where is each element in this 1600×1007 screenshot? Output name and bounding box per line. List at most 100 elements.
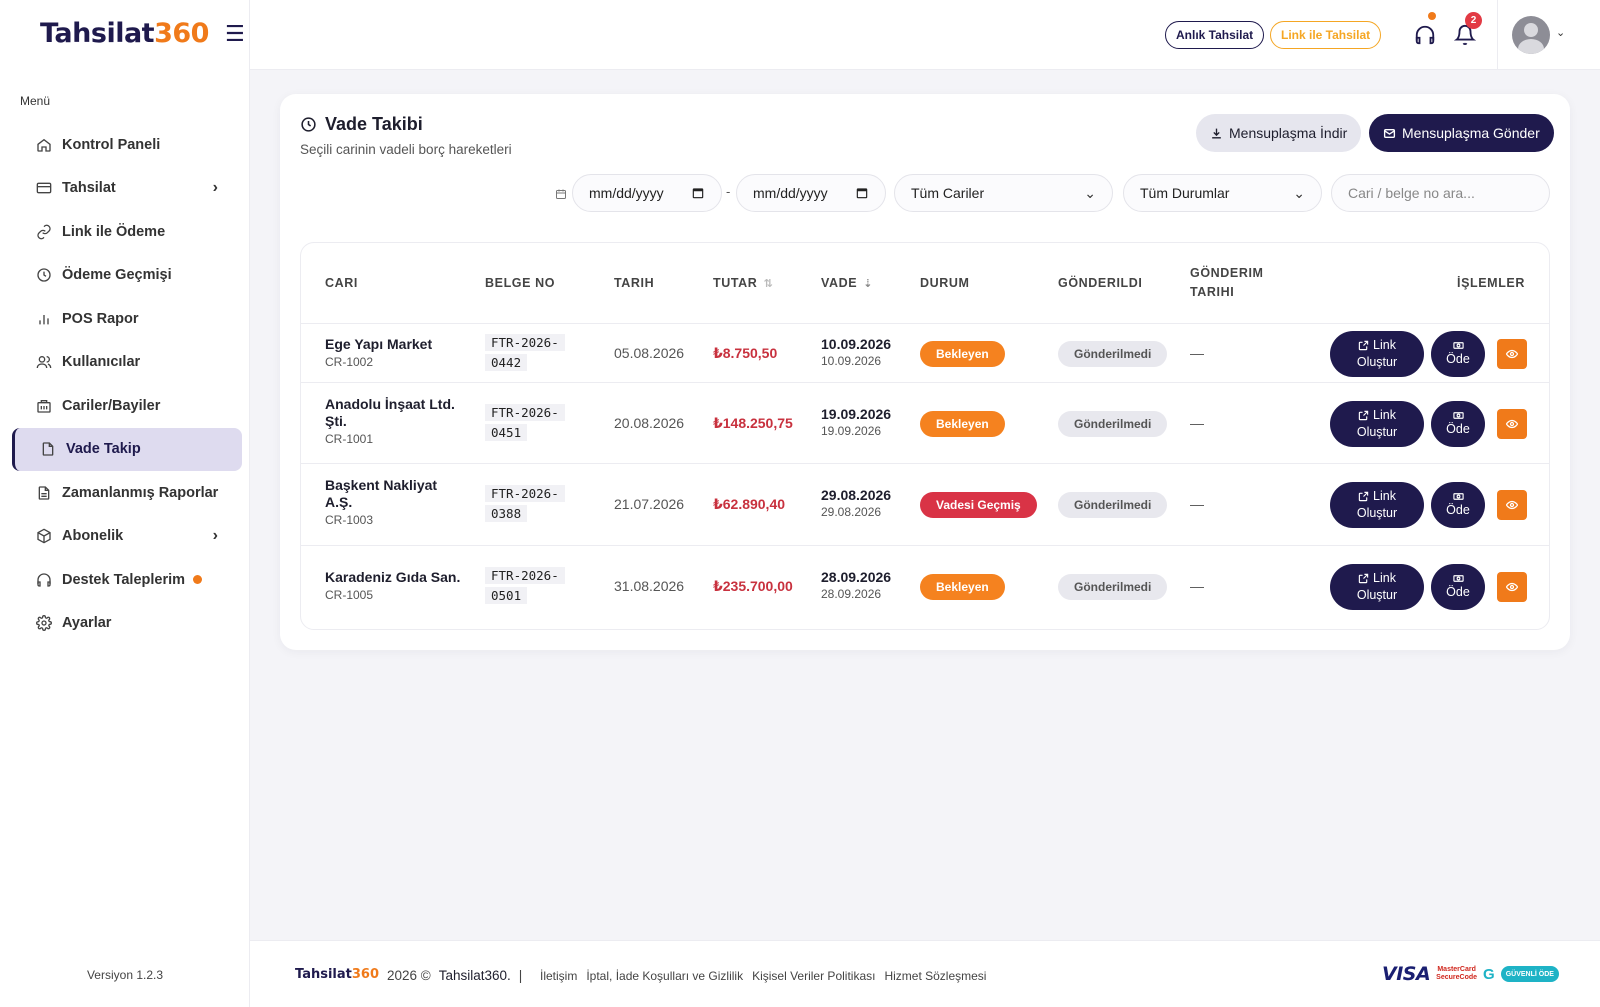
- footer-link-kisisel-veriler-politikasi[interactable]: Kişisel Veriler Politikası: [752, 969, 875, 983]
- footer-link-i-letisim[interactable]: İletişim: [540, 969, 577, 983]
- ode-button[interactable]: Öde: [1431, 482, 1485, 528]
- durum-cell: Vadesi Geçmiş: [920, 492, 1037, 518]
- hamburger-menu-icon[interactable]: ☰: [225, 21, 245, 47]
- sidebar-item-label: Tahsilat: [62, 180, 116, 197]
- footer-links: İletişim İptal, İade Koşulları ve Gizlili…: [540, 969, 986, 983]
- vade-cell: 28.09.2026 28.09.2026: [821, 569, 891, 601]
- search-input[interactable]: Cari / belge no ara...: [1331, 174, 1550, 212]
- user-avatar[interactable]: [1512, 16, 1550, 54]
- footer-link-hizmet-sozlesmesi[interactable]: Hizmet Sözleşmesi: [884, 969, 986, 983]
- status-badge: Bekleyen: [920, 410, 1005, 437]
- topbar-divider: [1497, 0, 1498, 70]
- sidebar-item-odeme-gecmisi[interactable]: Ödeme Geçmişi: [12, 254, 242, 298]
- sidebar-item-tahsilat[interactable]: Tahsilat ›: [12, 167, 242, 211]
- support-headset-icon[interactable]: [1414, 24, 1436, 46]
- tarih: 21.07.2026: [614, 496, 685, 512]
- external-link-icon: [1358, 340, 1369, 350]
- sent-status-badge: Gönderilmedi: [1058, 410, 1168, 437]
- sidebar-item-ayarlar[interactable]: Ayarlar: [12, 602, 242, 646]
- vade-takibi-card: Vade Takibi Seçili carinin vadeli borç h…: [280, 94, 1570, 650]
- ode-button[interactable]: Öde: [1431, 400, 1485, 447]
- ode-button[interactable]: Öde: [1431, 330, 1485, 377]
- ode-button[interactable]: Öde: [1431, 563, 1485, 610]
- column-header-vade[interactable]: VADE ⇣: [821, 243, 873, 323]
- gonderim-tarihi: —: [1190, 496, 1204, 512]
- clock-icon: [36, 267, 52, 283]
- view-button[interactable]: [1497, 490, 1527, 520]
- footer-link-i-ptal-i-ade-kosullari-ve-gizlilik[interactable]: İptal, İade Koşulları ve Gizlilik: [586, 969, 743, 983]
- cari-name: Ege Yapı Market: [325, 335, 433, 352]
- sidebar-item-abonelik[interactable]: Abonelik ›: [12, 515, 242, 559]
- date-to-input[interactable]: mm/dd/yyyy: [736, 174, 886, 212]
- sidebar-item-pos-rapor[interactable]: POS Rapor: [12, 297, 242, 341]
- calendar-picker-icon: [856, 188, 868, 199]
- column-header-tutar[interactable]: TUTAR ⇅: [713, 243, 773, 323]
- sidebar-item-label: Cariler/Bayiler: [62, 397, 161, 414]
- status-badge: Bekleyen: [920, 573, 1005, 600]
- durum-cell: Bekleyen: [920, 410, 1005, 437]
- link-olustur-button[interactable]: Link Oluştur: [1330, 482, 1424, 528]
- sort-icon: ⇅: [763, 277, 774, 290]
- logo[interactable]: Tahsilat360: [40, 18, 209, 49]
- calendar-icon: [555, 187, 567, 199]
- vade-date: 10.09.2026: [821, 335, 892, 352]
- mensuplasma-gonder-button[interactable]: Mensuplaşma Gönder: [1369, 114, 1554, 152]
- download-icon: [1212, 128, 1221, 139]
- sidebar-item-link-ile-odeme[interactable]: Link ile Ödeme: [12, 210, 242, 254]
- sidebar-item-label: Ayarlar: [62, 615, 112, 632]
- view-button[interactable]: [1497, 571, 1527, 602]
- vade-subdate: 19.09.2026: [821, 423, 882, 438]
- file-icon: [40, 441, 56, 457]
- view-button[interactable]: [1497, 408, 1527, 439]
- anlik-tahsilat-button[interactable]: Anlık Tahsilat: [1165, 21, 1265, 49]
- gonderim-tarihi: —: [1190, 577, 1204, 594]
- column-header-cari: CARI: [325, 276, 358, 290]
- vade-date: 29.08.2026: [821, 487, 892, 503]
- cari-cell: Anadolu İnşaat Ltd. Şti. CR-1001: [325, 396, 465, 446]
- table-row: Anadolu İnşaat Ltd. Şti. CR-1001 FTR-2026- 0…: [301, 382, 1549, 463]
- gonderildi-cell: Gönderilmedi: [1058, 573, 1168, 600]
- chevron-down-icon: ⌄: [1084, 184, 1096, 201]
- mensuplasma-indir-button[interactable]: Mensuplaşma İndir: [1196, 114, 1362, 152]
- vade-table: CARI BELGE NO TARIH TUTAR ⇅ VADE ⇣ DURUM G…: [300, 242, 1550, 630]
- support-status-dot: [1428, 12, 1436, 20]
- column-header-belge: BELGE NO: [485, 276, 556, 290]
- durum-select[interactable]: Tüm Durumlar ⌄: [1123, 174, 1322, 212]
- durum-cell: Bekleyen: [920, 340, 1005, 367]
- column-header-gonderildi: GÖNDERILDI: [1058, 276, 1143, 290]
- sent-status-badge: Gönderilmedi: [1058, 573, 1168, 600]
- date-from-input[interactable]: mm/dd/yyyy: [572, 174, 722, 212]
- belge-no: FTR-2026- 0442: [485, 333, 565, 373]
- sidebar-item-zamanlanmis-raporlar[interactable]: Zamanlanmış Raporlar: [12, 471, 242, 515]
- menu-title: Menü: [20, 94, 51, 108]
- sidebar-item-destek-taleplerim[interactable]: Destek Taleplerim: [12, 558, 242, 602]
- view-button[interactable]: [1497, 338, 1527, 369]
- sent-status-badge: Gönderilmedi: [1058, 492, 1168, 518]
- chevron-down-icon[interactable]: ⌄: [1556, 26, 1565, 39]
- version-label: Versiyon 1.2.3: [86, 968, 164, 982]
- building-icon: [36, 398, 52, 414]
- eye-icon: [1506, 500, 1518, 510]
- link-olustur-button[interactable]: Link Oluştur: [1330, 330, 1424, 377]
- notification-badge: 2: [1465, 12, 1482, 29]
- sidebar-item-label: Link ile Ödeme: [62, 223, 166, 240]
- vade-subdate: 10.09.2026: [821, 353, 882, 368]
- cari-cell: Ege Yapı Market CR-1002: [325, 336, 465, 369]
- external-link-icon: [1358, 410, 1369, 420]
- brand: Tahsilat360 ☰: [40, 18, 245, 49]
- sidebar-item-cariler-bayiler[interactable]: Cariler/Bayiler: [12, 384, 242, 428]
- sidebar-item-vade-takip[interactable]: Vade Takip: [12, 427, 242, 471]
- notification-dot: [193, 575, 203, 585]
- sidebar-item-kullanicilar[interactable]: Kullanıcılar: [12, 341, 242, 385]
- sidebar-item-kontrol-paneli[interactable]: Kontrol Paneli: [12, 123, 242, 167]
- link-olustur-button[interactable]: Link Oluştur: [1330, 563, 1424, 610]
- payment-logos: VISA MasterCard SecureCode G GÜVENLİ ÖDE: [1382, 963, 1559, 985]
- chevron-right-icon: ›: [212, 527, 218, 545]
- vade-date: 28.09.2026: [821, 568, 892, 585]
- sidebar-item-label: POS Rapor: [62, 310, 139, 327]
- vade-subdate: 29.08.2026: [821, 505, 882, 519]
- link-olustur-button[interactable]: Link Oluştur: [1330, 400, 1424, 447]
- cari-select[interactable]: Tüm Cariler ⌄: [894, 174, 1113, 212]
- topbar: Anlık Tahsilat Link ile Tahsilat 2 ⌄: [250, 0, 1600, 70]
- link-ile-tahsilat-button[interactable]: Link ile Tahsilat: [1270, 21, 1382, 49]
